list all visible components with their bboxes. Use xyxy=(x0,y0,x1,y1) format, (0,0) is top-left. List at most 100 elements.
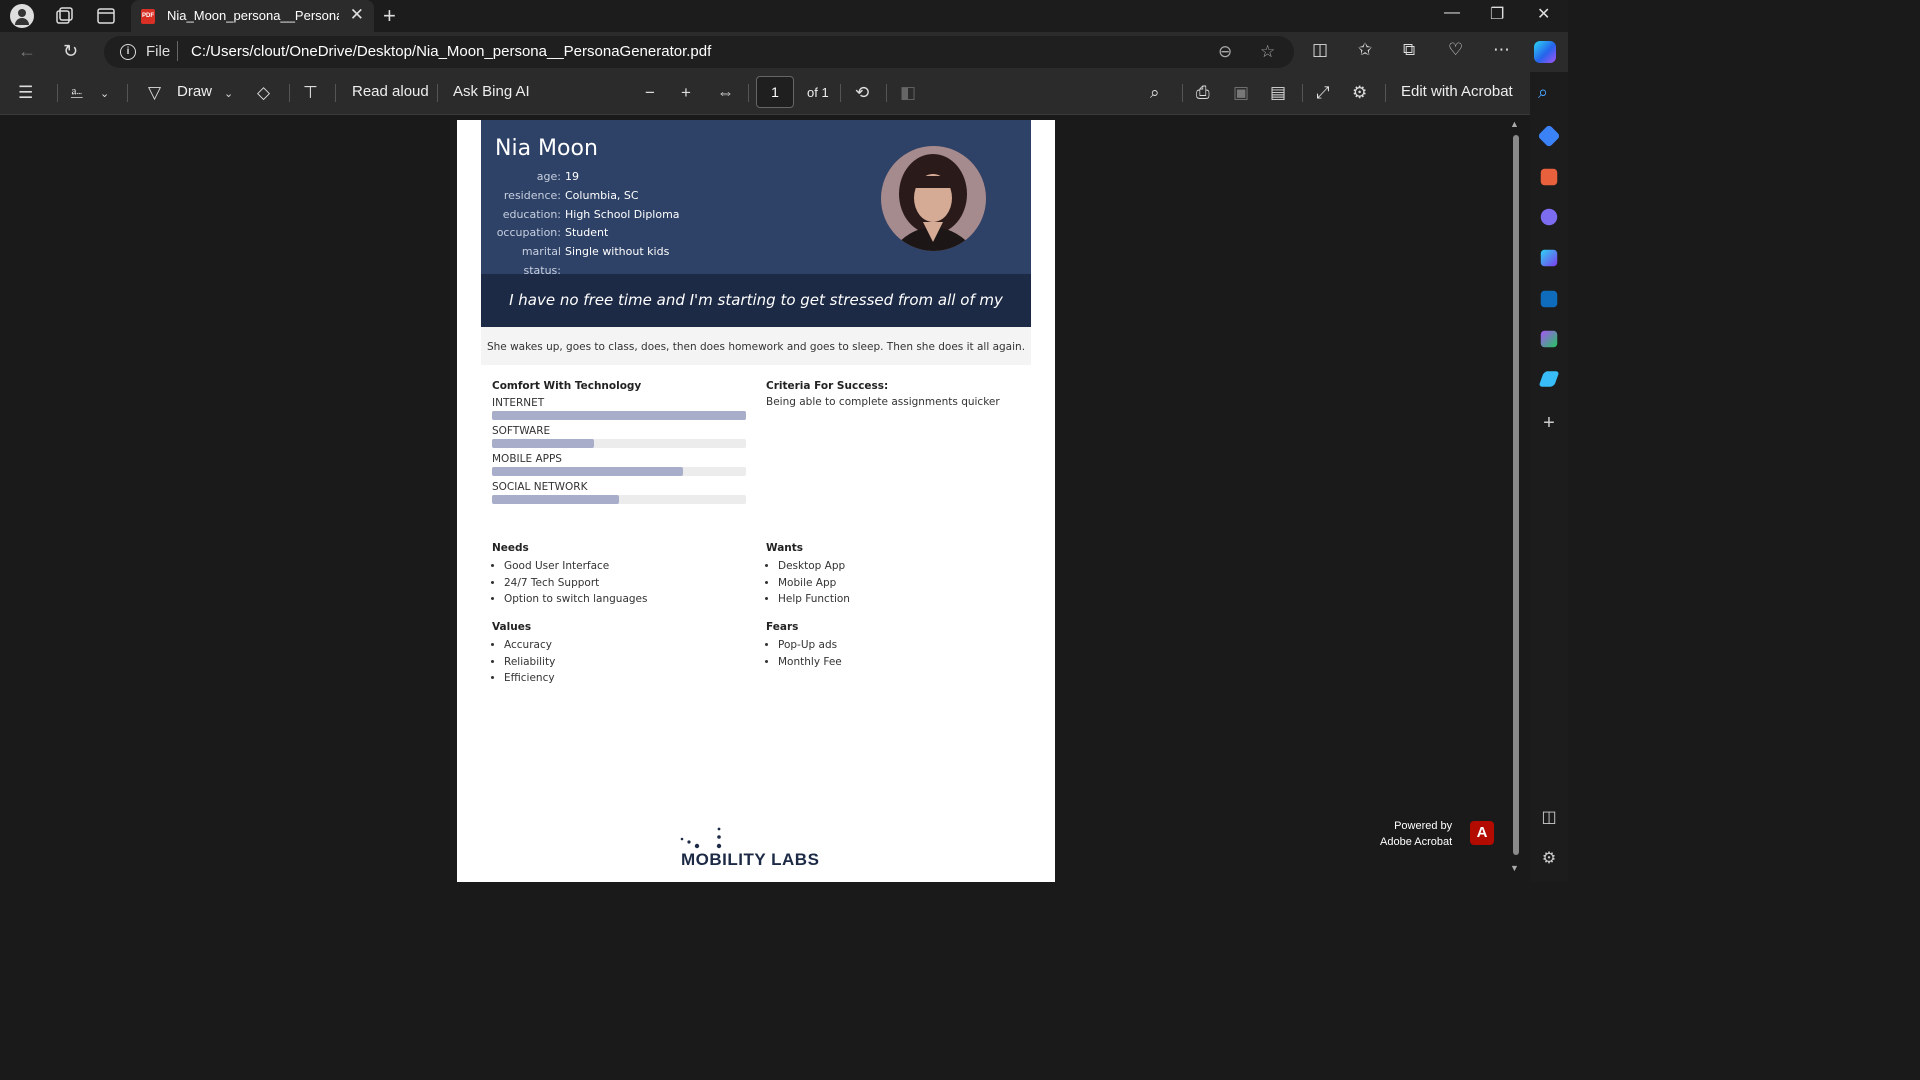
adobe-acrobat-logo-icon: A xyxy=(1470,821,1494,845)
address-url[interactable]: C:/Users/clout/OneDrive/Desktop/Nia_Moon… xyxy=(191,43,711,60)
health-icon[interactable]: ♡ xyxy=(1448,40,1463,60)
toolbar-divider xyxy=(437,84,438,102)
games-icon[interactable] xyxy=(1540,208,1558,226)
favorite-star-icon[interactable]: ☆ xyxy=(1260,42,1275,62)
tech-section: Comfort With Technology INTERNET SOFTWARE… xyxy=(492,380,752,504)
save-as-icon[interactable]: ▤ xyxy=(1270,83,1286,103)
tech-skill-label: INTERNET xyxy=(492,397,545,409)
tech-skill-label: SOCIAL NETWORK xyxy=(492,481,588,493)
read-aloud-button[interactable]: Read aloud xyxy=(352,83,429,100)
add-icon[interactable]: + xyxy=(1538,412,1560,434)
attribute-value: High School Diploma xyxy=(565,207,680,221)
rotate-icon[interactable]: ⟲ xyxy=(855,83,869,103)
chevron-down-icon[interactable]: ⌄ xyxy=(224,87,233,100)
back-button[interactable]: ← xyxy=(18,41,36,62)
tech-skill-fill xyxy=(492,467,683,476)
fit-width-icon[interactable]: ⇔ xyxy=(717,83,734,103)
restore-button[interactable]: ❐ xyxy=(1490,4,1504,24)
tools-icon[interactable] xyxy=(1540,168,1558,186)
save-icon[interactable]: ▣ xyxy=(1233,83,1249,103)
search-icon[interactable]: ⌕ xyxy=(1538,82,1560,104)
profile-icon[interactable] xyxy=(10,4,34,28)
attribute-row: education: High School Diploma xyxy=(481,206,680,225)
scroll-up-icon[interactable]: ▲ xyxy=(1510,119,1519,129)
attribute-label: occupation: xyxy=(496,226,561,240)
values-item: Reliability xyxy=(504,654,752,671)
pdf-file-icon: PDF xyxy=(141,9,155,24)
close-tab-icon[interactable]: ✕ xyxy=(350,5,364,25)
sidebar-toggle-icon[interactable]: ◫ xyxy=(1538,807,1560,829)
persona-photo xyxy=(881,146,986,251)
scroll-down-icon[interactable]: ▼ xyxy=(1510,863,1519,873)
values-heading: Values xyxy=(492,621,532,633)
fullscreen-icon[interactable]: ⤢ xyxy=(1316,83,1330,103)
zoom-in-icon[interactable]: + xyxy=(681,83,691,103)
draw-icon[interactable]: ▽ xyxy=(148,83,161,103)
settings-icon[interactable]: ⚙ xyxy=(1352,83,1367,103)
print-icon[interactable]: ⎙ xyxy=(1196,83,1210,103)
search-icon[interactable]: ⌕ xyxy=(1150,83,1160,103)
values-item: Efficiency xyxy=(504,670,752,687)
copilot-sidebar-icon[interactable] xyxy=(1540,249,1558,267)
tab-title: Nia_Moon_persona__PersonaGenerator.pdf xyxy=(167,8,339,23)
tab-pdf[interactable]: PDF Nia_Moon_persona__PersonaGenerator.p… xyxy=(131,0,374,32)
tech-skill-bar xyxy=(492,411,746,420)
workspaces-icon[interactable] xyxy=(54,6,74,26)
day-in-life-text: She wakes up, goes to class, does, then … xyxy=(481,327,1031,365)
outlook-icon[interactable] xyxy=(1540,290,1558,308)
tech-skill-fill xyxy=(492,495,619,504)
scrollbar[interactable]: ▲ ▼ xyxy=(1508,115,1530,882)
edit-with-acrobat-button[interactable]: Edit with Acrobat xyxy=(1401,83,1513,100)
toolbar-divider xyxy=(289,84,290,102)
send-icon[interactable] xyxy=(1538,371,1560,387)
chevron-down-icon[interactable]: ⌄ xyxy=(100,87,109,100)
fears-item: Monthly Fee xyxy=(778,654,1026,671)
browser-tab-bar: PDF Nia_Moon_persona__PersonaGenerator.p… xyxy=(0,0,1568,32)
favorites-icon[interactable]: ✩ xyxy=(1358,40,1372,60)
close-window-button[interactable]: ✕ xyxy=(1537,4,1550,24)
eraser-icon[interactable]: ◇ xyxy=(257,83,270,103)
needs-section: Needs Good User Interface24/7 Tech Suppo… xyxy=(492,542,752,608)
sidebar-settings-icon[interactable]: ⚙ xyxy=(1538,848,1560,870)
powered-by-line1: Powered by xyxy=(1394,820,1453,832)
contents-icon[interactable]: ☰ xyxy=(18,83,33,103)
criteria-text: Being able to complete assignments quick… xyxy=(766,396,1000,408)
tech-skill-fill xyxy=(492,439,594,448)
page-view-icon[interactable]: ◧ xyxy=(900,83,916,103)
new-tab-button[interactable]: + xyxy=(383,3,396,29)
fears-list: Pop-Up adsMonthly Fee xyxy=(766,637,1026,670)
attribute-value: 19 xyxy=(565,170,579,183)
address-bar[interactable]: i File C:/Users/clout/OneDrive/Desktop/N… xyxy=(104,36,1294,68)
address-divider xyxy=(177,41,178,61)
collections-icon[interactable]: ⧉ xyxy=(1403,40,1415,60)
info-icon[interactable]: i xyxy=(120,44,136,60)
wants-item: Mobile App xyxy=(778,575,1026,592)
zoom-out-icon[interactable]: − xyxy=(645,83,655,103)
persona-header: Nia Moon age: 19 residence: Columbia, SC edu… xyxy=(481,120,1031,277)
persona-attributes: age: 19 residence: Columbia, SC education: Hi… xyxy=(481,168,680,281)
draw-button[interactable]: Draw xyxy=(177,83,212,100)
reload-button[interactable]: ↻ xyxy=(63,41,78,62)
toolbar-divider xyxy=(57,84,58,102)
minimize-button[interactable]: — xyxy=(1444,4,1460,22)
highlight-icon[interactable]: ⎁ xyxy=(70,83,84,103)
needs-item: 24/7 Tech Support xyxy=(504,575,752,592)
text-box-icon[interactable]: ⊤ xyxy=(303,83,318,103)
split-screen-icon[interactable]: ◫ xyxy=(1312,40,1328,60)
more-options-icon[interactable]: ⋯ xyxy=(1493,40,1510,60)
vertical-tabs-icon[interactable] xyxy=(96,6,116,26)
edge-sidebar: ⌕ + ◫ ⚙ xyxy=(1530,72,1568,882)
copilot-icon[interactable] xyxy=(1534,41,1556,63)
ask-bing-button[interactable]: Ask Bing AI xyxy=(453,83,530,100)
powered-by-line2: Adobe Acrobat xyxy=(1380,836,1453,848)
page-number-input[interactable] xyxy=(756,76,794,108)
attribute-row: residence: Columbia, SC xyxy=(481,187,680,206)
toolbar-divider xyxy=(886,84,887,102)
mobility-labs-logo: MOBILITY LABS xyxy=(679,826,839,882)
attribute-value: Columbia, SC xyxy=(565,188,639,202)
shopping-tag-icon[interactable] xyxy=(1537,124,1561,148)
designer-icon[interactable] xyxy=(1540,330,1558,348)
zoom-out-icon[interactable]: ⊖ xyxy=(1218,42,1232,62)
scrollbar-thumb[interactable] xyxy=(1513,135,1519,855)
fears-item: Pop-Up ads xyxy=(778,637,1026,654)
